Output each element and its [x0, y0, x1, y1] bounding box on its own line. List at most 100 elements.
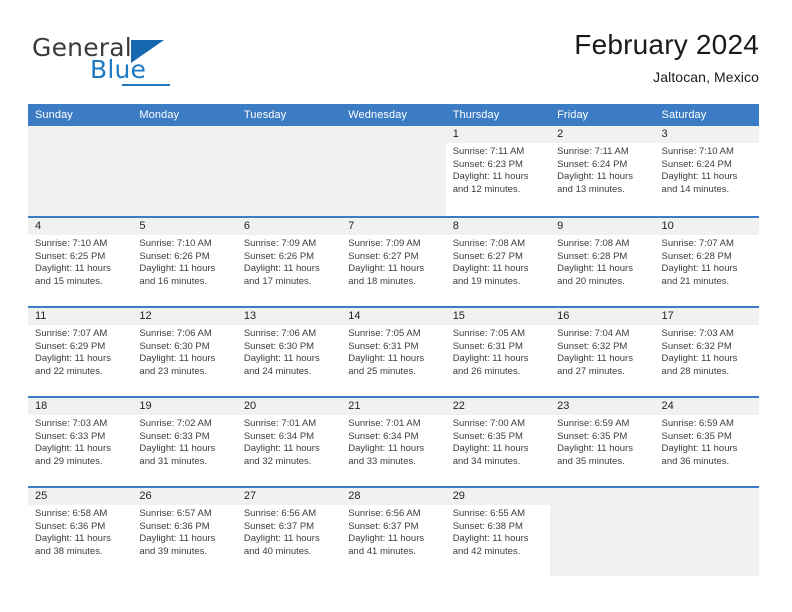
day-cell[interactable]: 20 Sunrise: 7:01 AM Sunset: 6:34 PM Dayligh…	[236, 398, 342, 486]
day-details: Sunrise: 6:56 AM Sunset: 6:37 PM Daylight:…	[237, 505, 341, 558]
day-cell[interactable]: 27 Sunrise: 6:56 AM Sunset: 6:37 PM Dayligh…	[236, 488, 342, 576]
day-details: Sunrise: 6:58 AM Sunset: 6:36 PM Daylight:…	[28, 505, 132, 558]
day-details: Sunrise: 7:02 AM Sunset: 6:33 PM Daylight:…	[132, 415, 236, 468]
weekday-header-tuesday: Tuesday	[243, 109, 287, 121]
daylight-text-line1: Daylight: 11 hours	[557, 443, 633, 455]
day-number: 28	[341, 488, 446, 505]
day-cell[interactable]: 22 Sunrise: 7:00 AM Sunset: 6:35 PM Dayligh…	[445, 398, 551, 486]
day-cell[interactable]: 8 Sunrise: 7:08 AM Sunset: 6:27 PM Daylight…	[445, 218, 551, 306]
day-details: Sunrise: 7:10 AM Sunset: 6:24 PM Daylight:…	[655, 143, 759, 196]
sunset-text: Sunset: 6:26 PM	[243, 250, 315, 262]
day-cell[interactable]: 16 Sunrise: 7:04 AM Sunset: 6:32 PM Dayligh…	[550, 308, 655, 396]
daylight-text-line2: and 14 minutes.	[661, 183, 730, 195]
sunrise-text: Sunrise: 7:09 AM	[348, 238, 421, 249]
daylight-text-line1: Daylight: 11 hours	[348, 533, 425, 545]
daylight-text-line2: and 20 minutes.	[557, 275, 625, 287]
brand-name-blue: Blue	[90, 55, 147, 84]
day-number: 5	[132, 218, 237, 235]
sunrise-text: Sunrise: 6:58 AM	[35, 508, 108, 519]
day-cell[interactable]: 23 Sunrise: 6:59 AM Sunset: 6:35 PM Dayligh…	[550, 398, 655, 486]
sunset-text: Sunset: 6:24 PM	[557, 158, 628, 170]
day-cell[interactable]: 21 Sunrise: 7:01 AM Sunset: 6:34 PM Dayligh…	[341, 398, 446, 486]
day-cell[interactable]: 17 Sunrise: 7:03 AM Sunset: 6:32 PM Dayligh…	[654, 308, 759, 396]
weekday-header-saturday: Saturday	[661, 109, 707, 121]
day-cell[interactable]: 26 Sunrise: 6:57 AM Sunset: 6:36 PM Dayligh…	[132, 488, 237, 576]
day-cell[interactable]: 12 Sunrise: 7:06 AM Sunset: 6:30 PM Dayligh…	[132, 308, 237, 396]
sunrise-text: Sunrise: 7:09 AM	[243, 238, 317, 249]
day-cell[interactable]: 19 Sunrise: 7:02 AM Sunset: 6:33 PM Dayligh…	[132, 398, 237, 486]
daylight-text-line1: Daylight: 11 hours	[243, 353, 320, 365]
daylight-text-line2: and 32 minutes.	[243, 455, 312, 467]
day-number	[550, 488, 655, 505]
brand-underline-rule	[122, 84, 170, 86]
day-cell[interactable]: 10 Sunrise: 7:07 AM Sunset: 6:28 PM Dayligh…	[654, 218, 759, 306]
sunrise-text: Sunrise: 7:10 AM	[139, 238, 212, 249]
day-cell[interactable]: 6 Sunrise: 7:09 AM Sunset: 6:26 PM Daylight…	[236, 218, 342, 306]
daylight-text-line2: and 34 minutes.	[452, 455, 521, 467]
day-cell[interactable]: 3 Sunrise: 7:10 AM Sunset: 6:24 PM Daylight…	[654, 126, 759, 216]
day-number: 26	[132, 488, 237, 505]
day-number: 25	[28, 488, 133, 505]
day-cell[interactable]: 14 Sunrise: 7:05 AM Sunset: 6:31 PM Dayligh…	[341, 308, 446, 396]
day-details: Sunrise: 6:55 AM Sunset: 6:38 PM Daylight:…	[446, 505, 550, 558]
sunrise-text: Sunrise: 7:06 AM	[139, 328, 212, 339]
page-header: General Blue February 2024 Jaltocan, Mex…	[28, 28, 759, 96]
sunset-text: Sunset: 6:32 PM	[661, 340, 732, 352]
day-number: 8	[445, 218, 551, 235]
day-cell[interactable]: 24 Sunrise: 6:59 AM Sunset: 6:35 PM Dayligh…	[654, 398, 759, 486]
day-cell[interactable]: 25 Sunrise: 6:58 AM Sunset: 6:36 PM Dayligh…	[28, 488, 133, 576]
day-number: 18	[28, 398, 133, 415]
sunrise-text: Sunrise: 7:10 AM	[35, 238, 108, 249]
day-details: Sunrise: 7:03 AM Sunset: 6:32 PM Daylight:…	[655, 325, 759, 378]
day-cell[interactable]: 7 Sunrise: 7:09 AM Sunset: 6:27 PM Daylight…	[341, 218, 446, 306]
sunrise-text: Sunrise: 7:01 AM	[243, 418, 317, 429]
day-details: Sunrise: 6:59 AM Sunset: 6:35 PM Daylight:…	[655, 415, 759, 468]
sunset-text: Sunset: 6:27 PM	[452, 250, 523, 262]
day-number: 27	[236, 488, 342, 505]
sunset-text: Sunset: 6:38 PM	[452, 520, 523, 532]
day-details: Sunrise: 7:04 AM Sunset: 6:32 PM Daylight:…	[550, 325, 654, 378]
daylight-text-line1: Daylight: 11 hours	[35, 353, 111, 365]
day-cell[interactable]: 13 Sunrise: 7:06 AM Sunset: 6:30 PM Dayligh…	[236, 308, 342, 396]
day-cell[interactable]: 18 Sunrise: 7:03 AM Sunset: 6:33 PM Dayligh…	[28, 398, 133, 486]
daylight-text-line2: and 38 minutes.	[35, 545, 103, 557]
sunset-text: Sunset: 6:35 PM	[661, 430, 732, 442]
weekday-header-row: Sunday Monday Tuesday Wednesday Thursday…	[28, 104, 759, 126]
day-cell[interactable]: 15 Sunrise: 7:05 AM Sunset: 6:31 PM Dayligh…	[445, 308, 551, 396]
day-cell[interactable]: 29 Sunrise: 6:55 AM Sunset: 6:38 PM Dayligh…	[445, 488, 551, 576]
sunrise-text: Sunrise: 6:59 AM	[557, 418, 630, 429]
sunrise-text: Sunrise: 6:55 AM	[452, 508, 526, 519]
day-cell[interactable]: 28 Sunrise: 6:56 AM Sunset: 6:37 PM Dayligh…	[341, 488, 446, 576]
day-number: 12	[132, 308, 237, 325]
day-cell[interactable]: 11 Sunrise: 7:07 AM Sunset: 6:29 PM Dayligh…	[28, 308, 133, 396]
day-cell[interactable]: 9 Sunrise: 7:08 AM Sunset: 6:28 PM Daylight…	[550, 218, 655, 306]
day-cell-empty	[132, 126, 237, 216]
day-number	[341, 126, 446, 143]
day-number	[132, 126, 237, 143]
daylight-text-line2: and 36 minutes.	[661, 455, 730, 467]
day-number: 22	[445, 398, 551, 415]
day-number: 4	[28, 218, 133, 235]
daylight-text-line2: and 27 minutes.	[557, 365, 625, 377]
sunrise-text: Sunrise: 7:02 AM	[139, 418, 212, 429]
calendar-weeks: 1 Sunrise: 7:11 AM Sunset: 6:23 PM Daylight…	[28, 126, 759, 576]
day-details: Sunrise: 7:07 AM Sunset: 6:28 PM Daylight:…	[655, 235, 759, 288]
day-cell[interactable]: 4 Sunrise: 7:10 AM Sunset: 6:25 PM Daylight…	[28, 218, 133, 306]
daylight-text-line2: and 42 minutes.	[452, 545, 521, 557]
day-cell[interactable]: 1 Sunrise: 7:11 AM Sunset: 6:23 PM Daylight…	[445, 126, 551, 216]
day-details: Sunrise: 7:11 AM Sunset: 6:24 PM Daylight:…	[550, 143, 654, 196]
calendar-week-row: 25 Sunrise: 6:58 AM Sunset: 6:36 PM Dayligh…	[28, 486, 759, 576]
sunset-text: Sunset: 6:31 PM	[348, 340, 419, 352]
daylight-text-line2: and 12 minutes.	[452, 183, 521, 195]
sunrise-text: Sunrise: 7:11 AM	[452, 146, 525, 157]
day-number: 20	[236, 398, 342, 415]
sunset-text: Sunset: 6:36 PM	[35, 520, 106, 532]
sunset-text: Sunset: 6:30 PM	[139, 340, 210, 352]
day-cell[interactable]: 5 Sunrise: 7:10 AM Sunset: 6:26 PM Daylight…	[132, 218, 237, 306]
sunrise-text: Sunrise: 6:57 AM	[139, 508, 212, 519]
sunset-text: Sunset: 6:32 PM	[557, 340, 628, 352]
day-cell[interactable]: 2 Sunrise: 7:11 AM Sunset: 6:24 PM Daylight…	[550, 126, 655, 216]
sunset-text: Sunset: 6:33 PM	[139, 430, 210, 442]
brand-logo[interactable]: General Blue	[32, 34, 262, 96]
daylight-text-line2: and 33 minutes.	[348, 455, 416, 467]
